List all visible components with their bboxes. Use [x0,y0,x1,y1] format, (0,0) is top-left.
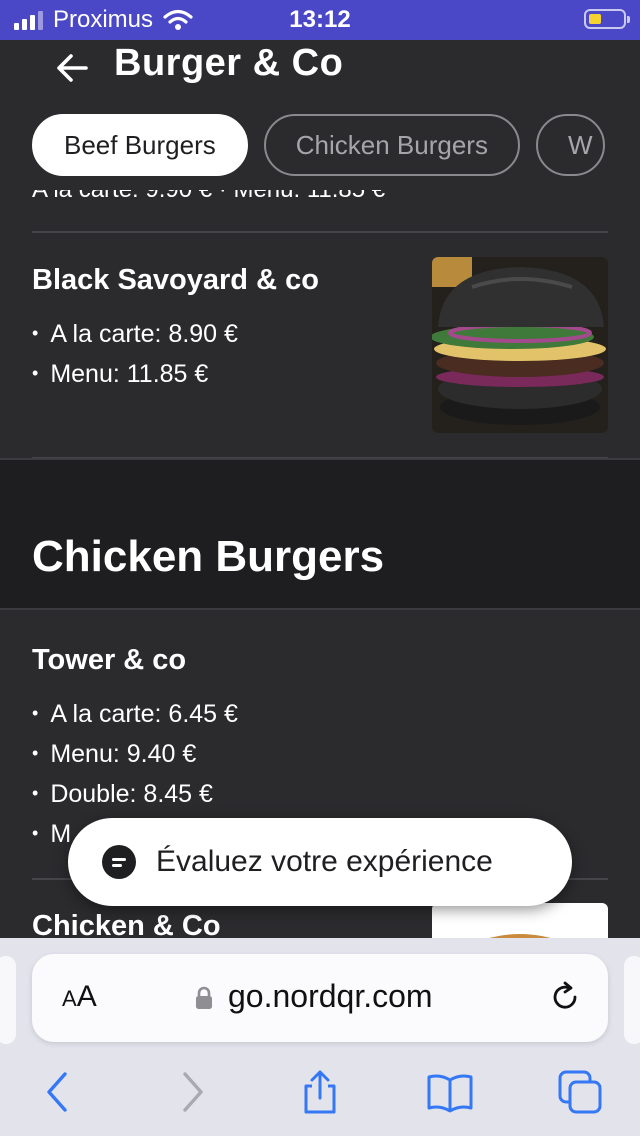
feedback-label: Évaluez votre expérience [156,845,493,878]
previous-tab-edge[interactable] [0,956,16,1044]
page-title: Burger & Co [114,42,344,84]
arrow-left-icon[interactable] [52,48,92,88]
section-title: Chicken Burgers [32,532,385,581]
share-icon[interactable] [296,1068,344,1116]
status-bar: Proximus 13:12 [0,0,640,40]
text-size-large: A [76,980,97,1013]
section-header: Chicken Burgers [0,458,640,610]
black-bun-burger-photo[interactable] [432,257,608,433]
battery-icon [584,9,630,29]
feedback-button[interactable]: Évaluez votre expérience [68,818,572,906]
browser-toolbar: AA go.nordqr.com [0,938,640,1136]
price-line: Double: 8.45 € [32,773,238,813]
chicken-burger-photo[interactable] [432,903,608,943]
divider [32,231,608,233]
item-prices: A la carte: 8.90 € Menu: 11.85 € [32,313,238,393]
next-tab-edge[interactable] [624,956,640,1044]
text-size-button[interactable]: AA [62,980,97,1014]
browser-nav-bar [0,1056,640,1136]
price-line: Menu: 9.40 € [32,733,238,773]
status-time: 13:12 [289,6,351,33]
forward-icon[interactable] [168,1068,216,1116]
chat-bubble-icon [102,845,136,879]
lock-icon [196,986,212,1009]
price-line: Menu: 11.85 € [32,353,238,393]
category-tabs: Beef Burgers Chicken Burgers W [32,114,605,176]
item-name[interactable]: Tower & co [32,644,186,677]
tabs-icon[interactable] [556,1068,604,1116]
tab-partial[interactable]: W [535,114,605,176]
back-icon[interactable] [34,1068,82,1116]
address-bar[interactable]: AA go.nordqr.com [32,954,608,1042]
item-name[interactable]: Black Savoyard & co [32,264,319,297]
url-text[interactable]: go.nordqr.com [228,978,433,1015]
tab-chicken-burgers[interactable]: Chicken Burgers [263,114,520,176]
app-header: Burger & Co Beef Burgers Chicken Burgers… [0,40,640,190]
price-line: A la carte: 8.90 € [32,313,238,353]
bookmarks-icon[interactable] [426,1068,474,1116]
text-size-small: A [62,986,77,1011]
reload-icon[interactable] [548,980,582,1014]
price-line: A la carte: 6.45 € [32,693,238,733]
tab-beef-burgers[interactable]: Beef Burgers [32,114,248,176]
